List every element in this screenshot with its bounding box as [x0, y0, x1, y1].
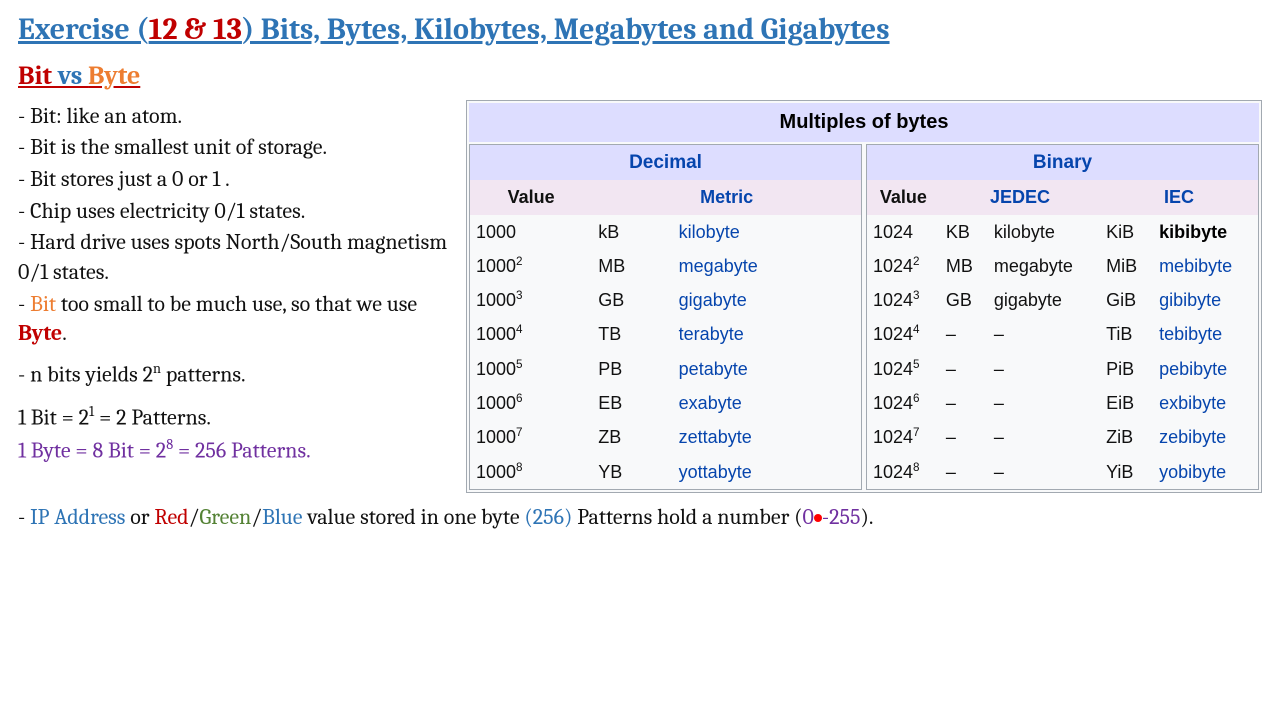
- col-value: Value: [470, 180, 593, 214]
- table-row: 10248––YiByobibyte: [867, 455, 1259, 490]
- bullet-harddrive: - Hard drive uses spots North/South magn…: [18, 228, 448, 287]
- page-title: Exercise (12 & 13) Bits, Bytes, Kilobyte…: [18, 10, 1262, 51]
- word-red: Red: [154, 504, 188, 530]
- unit-link[interactable]: megabyte: [673, 249, 862, 283]
- bullet-chip: - Chip uses electricity 0/1 states.: [18, 197, 448, 227]
- subtitle-byte: Byte: [88, 61, 140, 91]
- bullet-byte: - Bit too small to be much use, so that …: [18, 290, 448, 349]
- bullet-1byte: 1 Byte = 8 Bit = 28 = 256 Patterns.: [18, 435, 448, 466]
- bytes-table-box: Multiples of bytes Decimal Value Metric …: [466, 100, 1262, 493]
- word-green: Green: [199, 504, 251, 530]
- table-row: 10246––EiBexbibyte: [867, 386, 1259, 420]
- unit-link[interactable]: mebibyte: [1153, 249, 1258, 283]
- unit-link[interactable]: gibibyte: [1153, 283, 1258, 317]
- binary-heading: Binary: [867, 144, 1259, 180]
- unit-link[interactable]: terabyte: [673, 317, 862, 351]
- table-row: 10243GBgigabyteGiBgibibyte: [867, 283, 1259, 317]
- unit-link[interactable]: petabyte: [673, 352, 862, 386]
- binary-table: Binary Value JEDEC IEC 1024KBkilobyteKiB…: [866, 144, 1259, 490]
- bullet-patterns: - n bits yields 2n patterns.: [18, 359, 448, 390]
- num-256: (256): [524, 504, 572, 530]
- bullet-1bit: 1 Bit = 21 = 2 Patterns.: [18, 402, 448, 433]
- word-byte: Byte: [18, 320, 62, 346]
- unit-link[interactable]: pebibyte: [1153, 352, 1258, 386]
- table-row: 10006EBexabyte: [470, 386, 862, 420]
- table-row: 1000kBkilobyte: [470, 215, 862, 249]
- table-row: 10002MBmegabyte: [470, 249, 862, 283]
- title-nums: 12 & 13: [149, 12, 242, 47]
- decimal-heading: Decimal: [470, 144, 862, 180]
- word-bit: Bit: [30, 291, 56, 317]
- unit-link[interactable]: gigabyte: [673, 283, 862, 317]
- bullet-zero-one: - Bit stores just a 0 or 1 .: [18, 165, 448, 195]
- unit-link[interactable]: kilobyte: [673, 215, 862, 249]
- unit-link[interactable]: zebibyte: [1153, 420, 1258, 454]
- unit-link[interactable]: exabyte: [673, 386, 862, 420]
- ip-address: IP Address: [30, 504, 125, 530]
- subtitle-vs: vs: [52, 61, 88, 91]
- table-row: 10247––ZiBzebibyte: [867, 420, 1259, 454]
- subtitle: Bit vs Byte: [18, 59, 1262, 94]
- col-metric: Metric: [592, 180, 861, 214]
- table-row: 10244––TiBtebibyte: [867, 317, 1259, 351]
- unit-link[interactable]: zettabyte: [673, 420, 862, 454]
- col-iec: IEC: [1100, 180, 1258, 214]
- pointer-dot-icon: [814, 514, 822, 522]
- table-row: 1024KBkilobyteKiBkibibyte: [867, 215, 1259, 249]
- table-row: 10005PBpetabyte: [470, 352, 862, 386]
- footer-note: - IP Address or Red/Green/Blue value sto…: [18, 503, 1262, 533]
- table-row: 10242MBmegabyteMiBmebibyte: [867, 249, 1259, 283]
- unit-link[interactable]: yottabyte: [673, 455, 862, 490]
- bullet-list: - Bit: like an atom. - Bit is the smalle…: [18, 100, 448, 493]
- unit-link[interactable]: kibibyte: [1153, 215, 1258, 249]
- table-row: 10003GBgigabyte: [470, 283, 862, 317]
- col-jedec: JEDEC: [940, 180, 1100, 214]
- subtitle-bit: Bit: [18, 61, 52, 91]
- table-row: 10004TBterabyte: [470, 317, 862, 351]
- decimal-table: Decimal Value Metric 1000kBkilobyte10002…: [469, 144, 862, 490]
- unit-link[interactable]: exbibyte: [1153, 386, 1258, 420]
- title-suffix: ) Bits, Bytes, Kilobytes, Megabytes and …: [242, 12, 890, 47]
- table-row: 10245––PiBpebibyte: [867, 352, 1259, 386]
- table-row: 10007ZBzettabyte: [470, 420, 862, 454]
- word-blue: Blue: [262, 504, 302, 530]
- col-value-bin: Value: [867, 180, 940, 214]
- bullet-smallest: - Bit is the smallest unit of storage.: [18, 133, 448, 163]
- bullet-atom: - Bit: like an atom.: [18, 102, 448, 132]
- box-title: Multiples of bytes: [469, 103, 1259, 142]
- unit-link[interactable]: yobibyte: [1153, 455, 1258, 490]
- table-row: 10008YByottabyte: [470, 455, 862, 490]
- title-prefix: Exercise (: [18, 12, 149, 47]
- unit-link[interactable]: tebibyte: [1153, 317, 1258, 351]
